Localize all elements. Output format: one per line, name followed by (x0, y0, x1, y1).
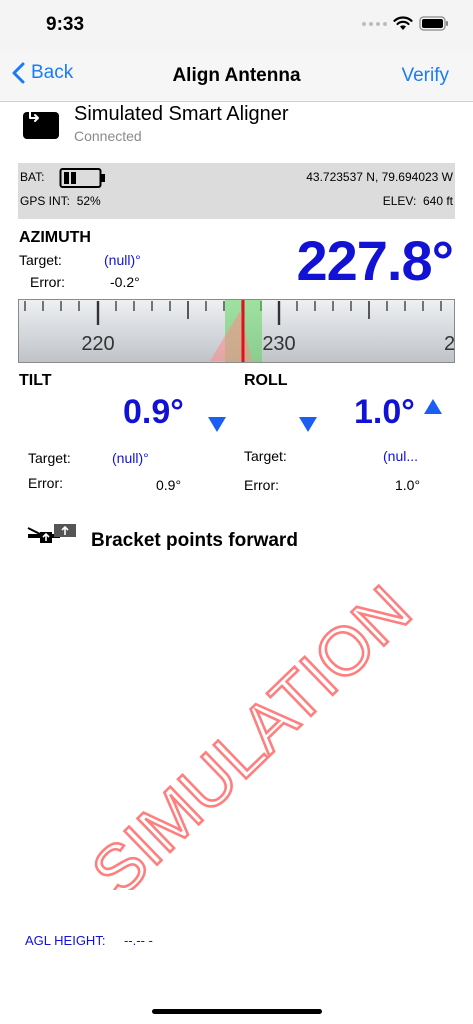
roll-target-value: (nul... (383, 448, 419, 464)
roll-error-label: Error: (244, 477, 279, 493)
elevation-value: 640 ft (422, 194, 453, 208)
azimuth-target-value: (null)° (104, 252, 141, 268)
bracket-orientation-icon (27, 524, 76, 543)
gps-coordinates: 43.723537 N, 79.694023 W (306, 170, 453, 184)
tilt-target-value: (null)° (112, 450, 149, 466)
device-connection-status: Connected (74, 128, 142, 144)
verify-button[interactable]: Verify (401, 65, 449, 87)
tilt-error-value: 0.9° (156, 477, 182, 493)
status-icons (362, 16, 449, 31)
svg-text:SIMULATION: SIMULATION (77, 571, 425, 890)
tilt-label: TILT (19, 372, 52, 389)
device-info-panel: BAT: GPS INT: 52% 43.723537 N, 79.694023… (18, 163, 455, 219)
navigation-bar: Back Align Antenna Verify (0, 52, 473, 102)
azimuth-target-label: Target: (19, 252, 62, 268)
scale-label-230: 230 (262, 333, 295, 355)
gps-int-value: 52% (76, 194, 101, 208)
tilt-target-label: Target: (28, 450, 71, 466)
elevation: ELEV: 640 ft (382, 194, 453, 208)
back-label: Back (31, 62, 74, 83)
roll-value: 1.0° (354, 393, 415, 431)
roll-up-arrow-icon (424, 399, 442, 414)
azimuth-error-label: Error: (30, 274, 65, 290)
tilt-value: 0.9° (123, 393, 184, 431)
roll-target-label: Target: (244, 448, 287, 464)
bracket-orientation-text: Bracket points forward (91, 530, 298, 551)
agl-height-label: AGL HEIGHT: (25, 933, 106, 948)
battery-status-icon (419, 16, 448, 31)
agl-height-value: --.-- - (124, 933, 153, 948)
azimuth-error-value: -0.2° (110, 274, 140, 290)
azimuth-scale: 220 230 2 (18, 299, 455, 363)
status-time: 9:33 (46, 14, 85, 35)
scale-label-220: 220 (81, 333, 114, 355)
simulation-watermark: SIMULATION (76, 570, 427, 890)
wifi-icon (393, 16, 413, 30)
tilt-error-label: Error: (28, 475, 63, 491)
back-button[interactable]: Back (12, 62, 73, 84)
azimuth-value: 227.8° (296, 229, 454, 292)
device-name: Simulated Smart Aligner (74, 103, 289, 125)
tilt-down-arrow-icon (208, 417, 226, 432)
status-bar: 9:33 (0, 0, 473, 52)
aligner-device-icon (23, 111, 59, 139)
chevron-left-icon (12, 62, 25, 84)
battery-label: BAT: (20, 170, 45, 184)
home-indicator[interactable] (152, 1009, 322, 1014)
scale-label-partial: 2 (444, 333, 455, 355)
roll-error-value: 1.0° (395, 477, 421, 493)
gps-int-label: GPS INT: 52% (20, 194, 101, 208)
roll-down-arrow-icon (299, 417, 317, 432)
roll-label: ROLL (244, 372, 288, 389)
azimuth-label: AZIMUTH (19, 229, 91, 246)
signal-dots-icon (362, 21, 387, 26)
device-battery-icon (59, 168, 105, 188)
